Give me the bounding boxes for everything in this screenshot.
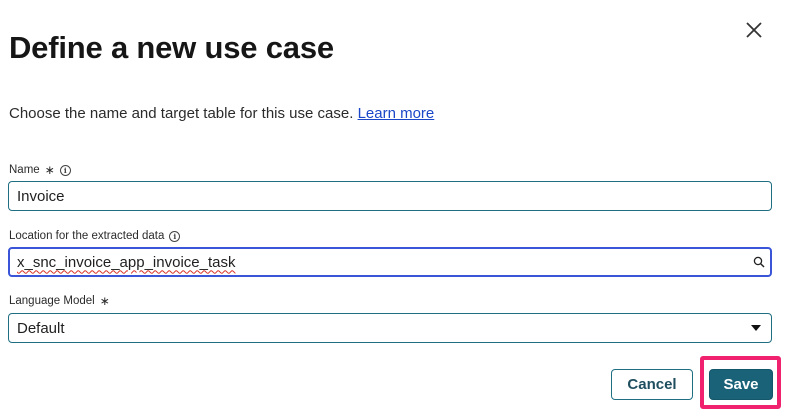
- description-text: Choose the name and target table for thi…: [9, 105, 354, 122]
- name-label: Name ∗ i: [9, 164, 71, 176]
- chevron-down-icon[interactable]: [751, 325, 761, 331]
- required-icon: ∗: [44, 163, 55, 177]
- cancel-button[interactable]: Cancel: [611, 369, 693, 400]
- name-input-value: Invoice: [17, 187, 65, 205]
- language-model-value: Default: [17, 319, 65, 337]
- dialog-title: Define a new use case: [9, 30, 334, 65]
- name-input[interactable]: Invoice: [8, 181, 772, 211]
- location-input-value: x_snc_invoice_app_invoice_task: [17, 253, 236, 271]
- required-icon: ∗: [99, 294, 110, 308]
- info-icon[interactable]: i: [169, 230, 181, 242]
- close-icon[interactable]: [740, 18, 768, 46]
- location-input[interactable]: x_snc_invoice_app_invoice_task: [8, 247, 772, 277]
- search-icon[interactable]: [753, 256, 765, 268]
- language-model-label-text: Language Model: [9, 295, 95, 307]
- location-label-text: Location for the extracted data: [9, 230, 165, 242]
- save-button[interactable]: Save: [709, 369, 773, 400]
- close-button[interactable]: [740, 18, 768, 46]
- learn-more-link[interactable]: Learn more: [358, 105, 435, 122]
- info-icon[interactable]: i: [59, 164, 71, 176]
- language-model-label: Language Model ∗: [9, 295, 110, 307]
- name-label-text: Name: [9, 164, 40, 176]
- language-model-select[interactable]: Default: [8, 313, 772, 343]
- dialog-description: Choose the name and target table for thi…: [9, 105, 434, 122]
- location-label: Location for the extracted data i: [9, 230, 181, 242]
